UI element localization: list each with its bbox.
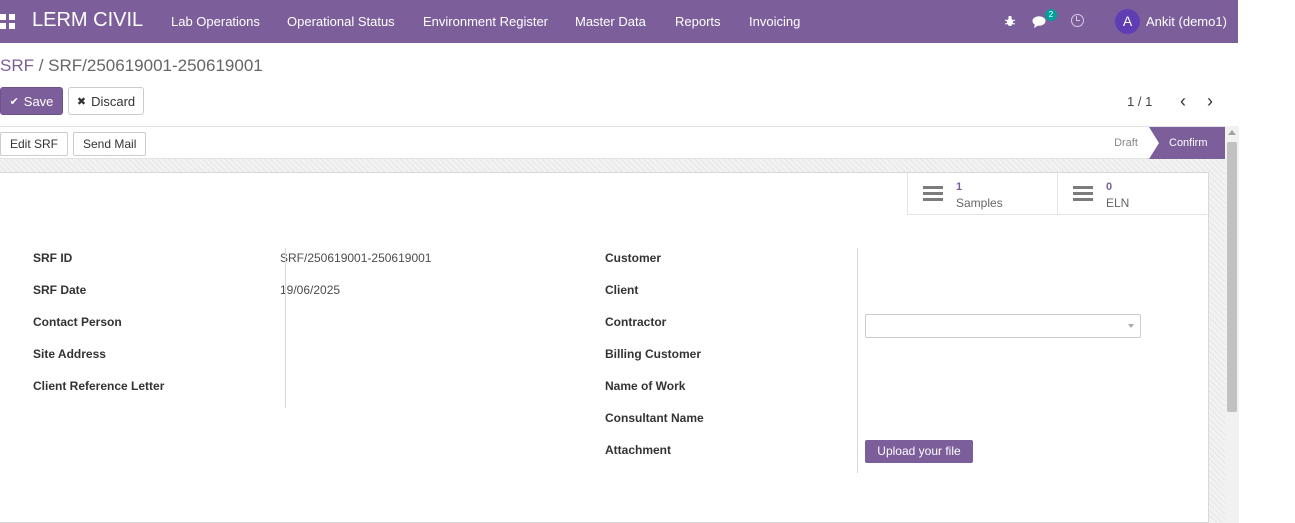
discard-label: Discard bbox=[91, 93, 136, 109]
client-reference-letter-label: Client Reference Letter bbox=[33, 379, 165, 393]
breadcrumb-separator: / bbox=[34, 56, 49, 75]
list-icon bbox=[1073, 186, 1093, 202]
scroll-up-icon[interactable] bbox=[1228, 130, 1236, 135]
pager-previous-button[interactable]: ‹ bbox=[1175, 90, 1191, 112]
edit-srf-button[interactable]: Edit SRF bbox=[0, 132, 69, 156]
menu-lab-operations[interactable]: Lab Operations bbox=[171, 14, 260, 29]
eln-smart-button[interactable]: 0 ELN bbox=[1057, 173, 1207, 215]
discard-button[interactable]: ✖ Discard bbox=[68, 87, 144, 115]
clock-icon[interactable] bbox=[1071, 14, 1084, 27]
srf-id-label: SRF ID bbox=[33, 251, 73, 265]
status-bar: Edit SRF Send Mail Draft Confirm bbox=[0, 126, 1225, 159]
app-brand[interactable]: LERM CIVIL bbox=[32, 9, 143, 32]
stage-confirm[interactable]: Confirm bbox=[1149, 127, 1225, 159]
eln-label: ELN bbox=[1106, 196, 1130, 210]
bug-icon[interactable] bbox=[1004, 15, 1016, 27]
send-mail-button[interactable]: Send Mail bbox=[73, 132, 147, 156]
samples-label: Samples bbox=[956, 196, 1003, 210]
srf-date-value[interactable]: 19/06/2025 bbox=[280, 283, 340, 297]
avatar[interactable]: A bbox=[1115, 9, 1140, 34]
chat-badge: 2 bbox=[1045, 9, 1057, 21]
contractor-select[interactable] bbox=[865, 314, 1141, 338]
pager-value: 1 / 1 bbox=[1127, 94, 1153, 109]
upload-file-button[interactable]: Upload your file bbox=[865, 440, 973, 463]
top-navbar: LERM CIVIL Lab Operations Operational St… bbox=[0, 0, 1238, 43]
menu-environment-register[interactable]: Environment Register bbox=[423, 14, 548, 29]
close-icon: ✖ bbox=[76, 95, 87, 108]
breadcrumb: SRF / SRF/250619001-250619001 bbox=[0, 56, 263, 76]
menu-invoicing[interactable]: Invoicing bbox=[749, 14, 800, 29]
apps-grid-icon[interactable] bbox=[0, 14, 16, 30]
breadcrumb-current: SRF/250619001-250619001 bbox=[48, 56, 263, 75]
chevron-down-icon bbox=[1128, 324, 1134, 328]
breadcrumb-parent[interactable]: SRF bbox=[0, 56, 34, 75]
samples-smart-button[interactable]: 1 Samples bbox=[907, 173, 1057, 215]
scroll-thumb[interactable] bbox=[1227, 142, 1237, 412]
left-group-separator bbox=[285, 248, 286, 408]
site-address-label: Site Address bbox=[33, 347, 106, 361]
page: LERM CIVIL Lab Operations Operational St… bbox=[0, 0, 1295, 523]
save-label: Save bbox=[23, 93, 54, 109]
user-menu[interactable]: Ankit (demo1) bbox=[1146, 14, 1227, 29]
billing-customer-label: Billing Customer bbox=[605, 347, 702, 361]
check-icon: ✔ bbox=[9, 95, 19, 108]
eln-count: 0 bbox=[1106, 181, 1113, 193]
attachment-label: Attachment bbox=[605, 443, 672, 457]
menu-operational-status[interactable]: Operational Status bbox=[287, 14, 395, 29]
menu-reports[interactable]: Reports bbox=[675, 14, 721, 29]
stage-draft[interactable]: Draft bbox=[1103, 134, 1149, 152]
right-group-separator bbox=[857, 248, 858, 473]
srf-id-value[interactable]: SRF/250619001-250619001 bbox=[280, 251, 431, 265]
samples-count: 1 bbox=[956, 181, 963, 193]
customer-label: Customer bbox=[605, 251, 662, 265]
vertical-scrollbar[interactable] bbox=[1225, 126, 1239, 523]
list-icon bbox=[923, 186, 943, 202]
client-label: Client bbox=[605, 283, 639, 297]
contractor-label: Contractor bbox=[605, 315, 667, 329]
save-button[interactable]: ✔ Save bbox=[0, 87, 63, 115]
menu-master-data[interactable]: Master Data bbox=[575, 14, 646, 29]
pager-next-button[interactable]: › bbox=[1202, 90, 1218, 112]
name-of-work-label: Name of Work bbox=[605, 379, 686, 393]
consultant-name-label: Consultant Name bbox=[605, 411, 704, 425]
contact-person-label: Contact Person bbox=[33, 315, 122, 329]
srf-date-label: SRF Date bbox=[33, 283, 87, 297]
